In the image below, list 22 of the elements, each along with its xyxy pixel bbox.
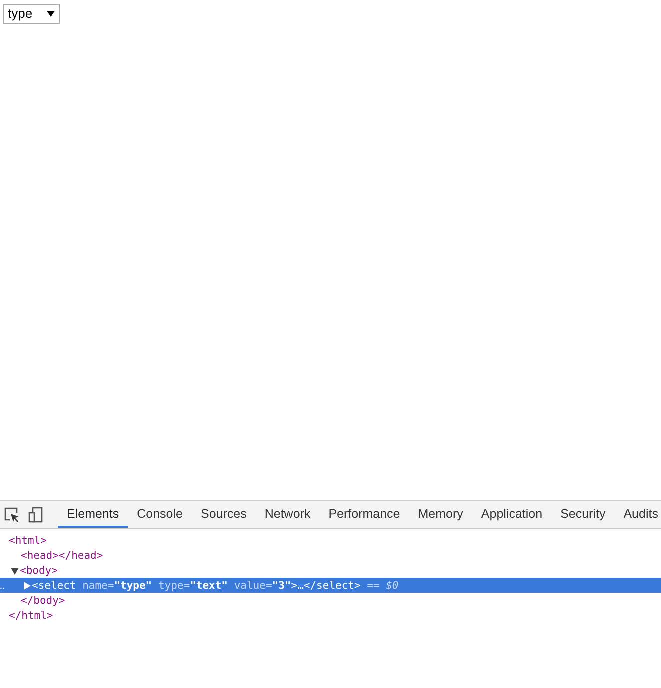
devtools-tab[interactable]: Network	[256, 501, 320, 528]
collapsed-triangle-icon[interactable]	[22, 580, 32, 590]
dom-node-line[interactable]: </body>	[21, 594, 66, 606]
dom-node-line[interactable]: <select name="type" type="text" value="3">…</select> == $0	[32, 580, 399, 592]
devtools-tab[interactable]: Security	[552, 501, 615, 528]
gutter-dots: ‥	[0, 581, 5, 592]
device-icon[interactable]	[28, 506, 44, 522]
type-dropdown[interactable]: type	[3, 4, 60, 24]
devtools-tab[interactable]: Elements	[58, 501, 128, 528]
dom-node-line[interactable]: <html>	[9, 534, 47, 546]
devtools-tab[interactable]: Sources	[192, 501, 256, 528]
inspect-icon[interactable]	[4, 506, 20, 522]
dropdown-arrow-icon	[46, 10, 55, 16]
devtools-tab[interactable]: Console	[128, 501, 192, 528]
devtools-tab[interactable]: Performance	[320, 501, 410, 528]
devtools-tab[interactable]: Memory	[409, 501, 472, 528]
dom-node-line[interactable]: <body>	[20, 564, 58, 576]
devtools-tab[interactable]: Application	[472, 501, 552, 528]
dom-node-line[interactable]: <head></head>	[21, 550, 104, 562]
dom-node-line[interactable]: </html>	[9, 610, 54, 622]
devtools-tab[interactable]: Audits	[614, 501, 661, 528]
expanded-triangle-icon[interactable]	[10, 566, 20, 576]
